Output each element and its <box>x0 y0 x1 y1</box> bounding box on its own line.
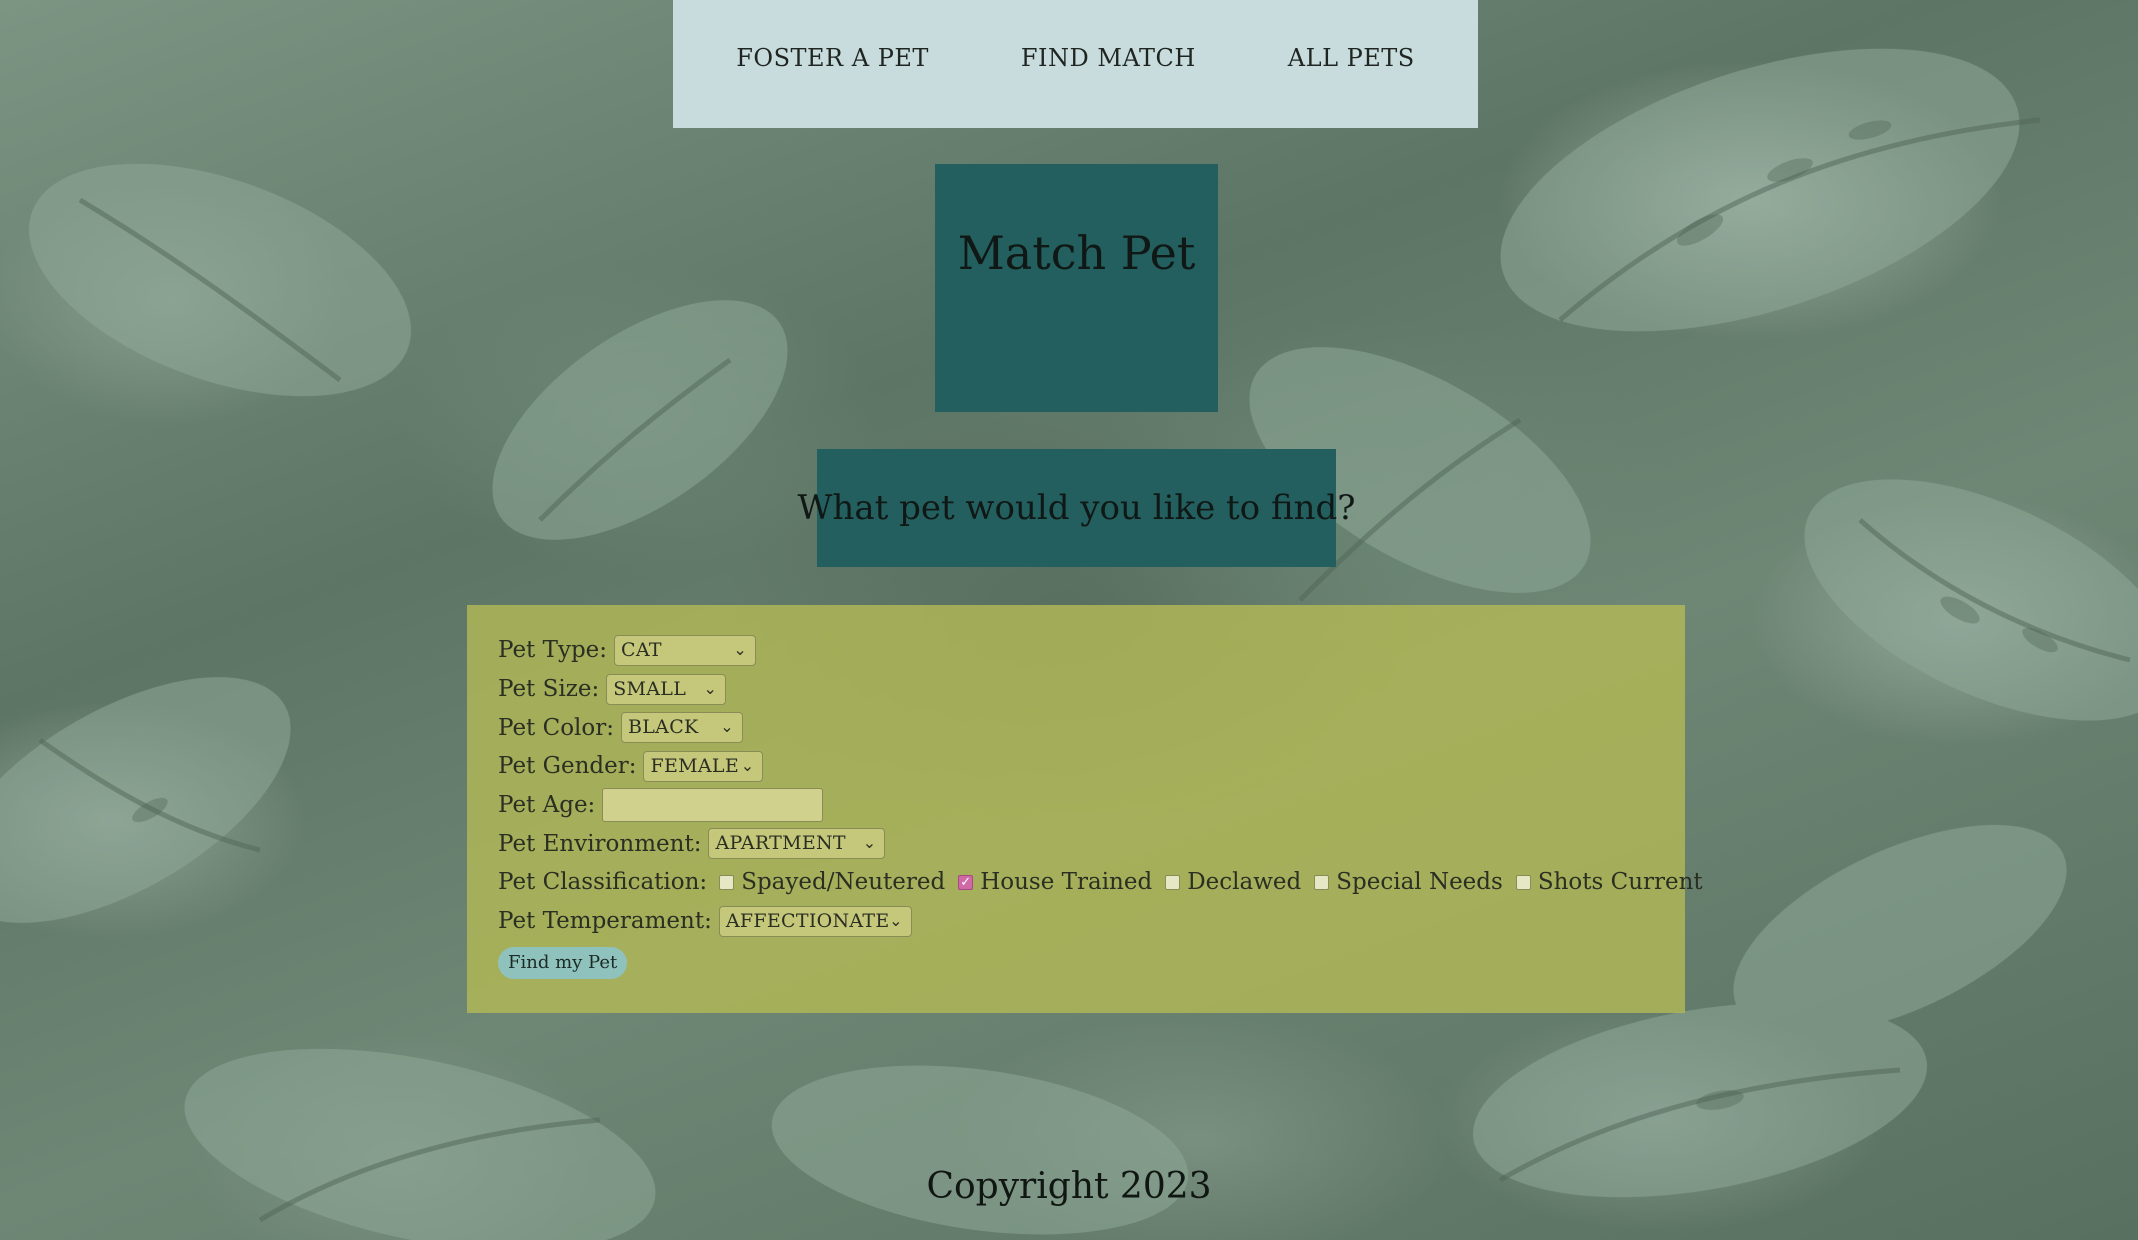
classification-option-declawed: Declawed <box>1165 869 1301 895</box>
shots-current-checkbox[interactable] <box>1515 874 1531 890</box>
top-nav-bar: FOSTER A PET FIND MATCH ALL PETS <box>673 0 1478 128</box>
pet-type-row: Pet Type: CAT ⌄ <box>498 631 1685 670</box>
special-needs-checkbox[interactable] <box>1314 874 1330 890</box>
pet-age-input[interactable] <box>602 788 824 823</box>
pet-size-selected-value: SMALL <box>613 677 687 700</box>
pet-gender-selected-value: FEMALE <box>650 754 739 777</box>
pet-environment-label: Pet Environment: <box>498 830 702 857</box>
page-subtitle: What pet would you like to find? <box>797 488 1356 528</box>
footer-copyright: Copyright 2023 <box>926 1166 1212 1207</box>
pet-size-row: Pet Size: SMALL ⌄ <box>498 670 1685 709</box>
classification-option-special-needs: Special Needs <box>1314 869 1503 895</box>
shots-current-label: Shots Current <box>1537 869 1703 896</box>
pet-type-selected-value: CAT <box>621 638 662 661</box>
declawed-checkbox[interactable] <box>1165 874 1181 890</box>
page-subtitle-box: What pet would you like to find? <box>797 449 1356 567</box>
pet-type-select[interactable]: CAT ⌄ <box>614 634 757 666</box>
pet-temperament-row: Pet Temperament: AFFECTIONATE ⌄ <box>498 902 1685 941</box>
chevron-down-icon: ⌄ <box>720 717 734 737</box>
match-pet-form: Pet Type: CAT ⌄ Pet Size: SMALL ⌄ Pet Co… <box>467 605 1703 1013</box>
pet-temperament-selected-value: AFFECTIONATE <box>725 909 890 932</box>
chevron-down-icon: ⌄ <box>733 639 748 659</box>
pet-size-label: Pet Size: <box>498 676 600 703</box>
classification-option-spayed-neutered: Spayed/Neutered <box>719 869 945 895</box>
pet-type-label: Pet Type: <box>498 637 608 664</box>
pet-gender-row: Pet Gender: FEMALE ⌄ <box>498 747 1685 786</box>
pet-temperament-label: Pet Temperament: <box>498 908 712 935</box>
pet-environment-row: Pet Environment: APARTMENT ⌄ <box>498 824 1685 863</box>
pet-color-row: Pet Color: BLACK ⌄ <box>498 708 1685 747</box>
pet-color-select[interactable]: BLACK ⌄ <box>621 712 743 744</box>
classification-option-shots-current: Shots Current <box>1515 869 1703 896</box>
pet-color-selected-value: BLACK <box>628 716 699 739</box>
nav-foster-a-pet-link[interactable]: FOSTER A PET <box>736 44 929 72</box>
special-needs-label: Special Needs <box>1336 869 1503 896</box>
pet-age-label: Pet Age: <box>498 792 596 819</box>
chevron-down-icon: ⌄ <box>703 678 718 698</box>
spayed-neutered-label: Spayed/Neutered <box>741 869 946 896</box>
nav-all-pets-link[interactable]: ALL PETS <box>1288 44 1415 72</box>
pet-age-row: Pet Age: <box>498 786 1685 825</box>
pet-classification-row: Pet Classification: Spayed/Neutered ✓ Ho… <box>498 863 1703 902</box>
classification-option-house-trained: ✓ House Trained <box>958 869 1152 895</box>
nav-find-match-link[interactable]: FIND MATCH <box>1021 44 1196 72</box>
pet-gender-select[interactable]: FEMALE ⌄ <box>643 750 764 782</box>
page-title-box: Match Pet <box>935 164 1218 412</box>
declawed-label: Declawed <box>1187 869 1302 896</box>
find-my-pet-button[interactable]: Find my Pet <box>498 946 628 979</box>
checkmark-icon: ✓ <box>960 874 972 890</box>
chevron-down-icon: ⌄ <box>889 910 903 930</box>
chevron-down-icon: ⌄ <box>740 755 755 775</box>
pet-color-label: Pet Color: <box>498 714 614 741</box>
chevron-down-icon: ⌄ <box>862 833 877 853</box>
house-trained-checkbox[interactable]: ✓ <box>958 874 974 890</box>
pet-environment-select[interactable]: APARTMENT ⌄ <box>708 828 886 860</box>
pet-environment-selected-value: APARTMENT <box>715 832 846 855</box>
pet-classification-label: Pet Classification: <box>498 869 708 896</box>
house-trained-label: House Trained <box>980 869 1153 896</box>
pet-temperament-select[interactable]: AFFECTIONATE ⌄ <box>718 905 912 937</box>
spayed-neutered-checkbox[interactable] <box>719 874 735 890</box>
page-title: Match Pet <box>957 226 1196 280</box>
pet-size-select[interactable]: SMALL ⌄ <box>606 673 727 705</box>
pet-gender-label: Pet Gender: <box>498 753 637 780</box>
